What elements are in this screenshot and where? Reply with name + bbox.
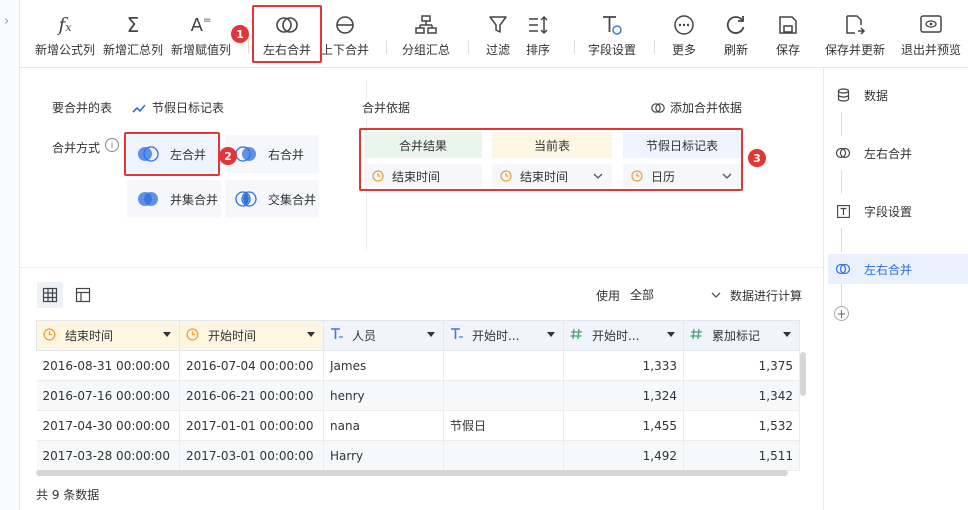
union-merge-icon [136, 189, 160, 209]
chevron-right-icon[interactable]: › [4, 14, 9, 29]
exit-and-preview-button[interactable]: 退出并预览 [896, 0, 966, 64]
filter-button[interactable]: 过滤 [478, 0, 518, 64]
clock-icon [186, 327, 208, 344]
assign-icon: A= [190, 14, 212, 36]
highlight-box-merge-basis [359, 128, 743, 191]
vertical-scrollbar[interactable] [800, 352, 806, 396]
right-merge-option[interactable]: 右合并 [225, 135, 319, 173]
step-connector [841, 228, 842, 252]
table-row[interactable]: 2017-04-30 00:00:00 2017-01-01 00:00:00 na… [36, 410, 800, 441]
number-type-icon [570, 328, 592, 343]
target-table-selector[interactable]: 节假日标记表 [132, 99, 224, 116]
up-down-merge-icon [334, 12, 356, 38]
add-basis-icon [651, 102, 665, 113]
layout-view-button[interactable] [70, 282, 96, 308]
merge-basis-label: 合并依据 [362, 101, 411, 115]
left-right-merge-icon [834, 147, 852, 159]
caret-down-icon[interactable] [427, 332, 435, 338]
save-icon [778, 12, 798, 38]
table-row[interactable]: 2016-08-31 00:00:00 2016-07-04 00:00:00 Ja… [36, 350, 800, 381]
step-left-right-merge-active[interactable]: 左右合并 [828, 254, 968, 284]
column-header[interactable]: 人员 [323, 320, 444, 351]
highlight-box-merge-button [252, 5, 322, 63]
filter-icon [488, 12, 508, 38]
caret-down-icon[interactable] [667, 332, 675, 338]
more-icon [673, 12, 695, 38]
step-panel: 数据 左右合并 字段设置 左右合并 + [823, 68, 968, 510]
data-table: 结束时间 开始时间 人员 开始时... 开始时... 累加标记 2016-08-… [36, 320, 800, 471]
save-update-icon [844, 12, 866, 38]
layout-icon [75, 287, 91, 303]
table-row[interactable]: 2016-07-16 00:00:00 2016-06-21 00:00:00 he… [36, 380, 800, 411]
text-type-icon [450, 328, 472, 343]
up-down-merge-button[interactable]: 上下合并 [316, 0, 374, 64]
caret-down-icon[interactable] [783, 332, 791, 338]
caret-down-icon[interactable] [307, 332, 315, 338]
field-settings-button[interactable]: 字段设置 [582, 0, 642, 64]
step-connector [841, 284, 842, 306]
add-merge-basis-button[interactable]: 添加合并依据 [651, 99, 742, 116]
trend-icon [132, 103, 146, 113]
use-scope-select[interactable]: 全部 [630, 284, 722, 306]
merge-mode-label: 合并方式 [52, 141, 101, 155]
intersection-merge-icon [234, 189, 258, 209]
row-count: 共 9 条数据 [36, 488, 100, 502]
add-step-plus-icon[interactable]: + [834, 306, 849, 321]
column-header[interactable]: 累加标记 [683, 320, 800, 351]
grid-view-button[interactable] [37, 282, 63, 308]
step-field-settings[interactable]: 字段设置 [834, 196, 968, 226]
right-merge-icon [234, 144, 258, 164]
add-assign-column-button[interactable]: A= 新增赋值列 [170, 0, 232, 64]
save-button[interactable]: 保存 [768, 0, 808, 64]
step-connector [841, 112, 842, 136]
toolbar: fx 新增公式列 Σ 新增汇总列 A= 新增赋值列 左右合并 上下合并 分组汇总… [20, 0, 968, 68]
number-type-icon [690, 328, 712, 343]
step-badge-1: 1 [231, 25, 249, 43]
table-header-row: 结束时间 开始时间 人员 开始时... 开始时... 累加标记 [36, 320, 800, 351]
sort-button[interactable]: 排序 [518, 0, 558, 64]
info-icon[interactable]: i [105, 138, 119, 152]
database-icon [834, 88, 852, 102]
table-row[interactable]: 2017-03-28 00:00:00 2017-03-01 00:00:00 Ha… [36, 440, 800, 471]
field-settings-icon [601, 12, 623, 38]
intersection-merge-option[interactable]: 交集合并 [225, 180, 319, 218]
refresh-icon [725, 12, 747, 38]
sigma-icon: Σ [126, 13, 140, 37]
step-badge-2: 2 [219, 147, 237, 165]
refresh-button[interactable]: 刷新 [716, 0, 756, 64]
more-button[interactable]: 更多 [664, 0, 704, 64]
exit-preview-icon [919, 12, 943, 38]
column-header[interactable]: 开始时... [443, 320, 564, 351]
highlight-box-left-merge [124, 132, 220, 176]
save-and-update-button[interactable]: 保存并更新 [820, 0, 890, 64]
table-label: 要合并的表 [52, 101, 113, 115]
left-right-merge-icon [834, 263, 852, 275]
fx-icon: fx [58, 14, 72, 36]
group-summary-icon [415, 12, 437, 38]
column-header[interactable]: 开始时... [563, 320, 684, 351]
add-formula-column-button[interactable]: fx 新增公式列 [34, 0, 96, 64]
column-header[interactable]: 结束时间 [36, 320, 180, 351]
step-connector [841, 170, 842, 194]
left-collapse-bar[interactable]: › [0, 0, 20, 510]
step-left-right-merge[interactable]: 左右合并 [834, 138, 968, 168]
caret-down-icon[interactable] [163, 332, 171, 338]
sort-icon [527, 12, 549, 38]
union-merge-option[interactable]: 并集合并 [127, 180, 221, 218]
group-summary-button[interactable]: 分组汇总 [396, 0, 456, 64]
horizontal-scrollbar[interactable] [36, 470, 788, 476]
add-summary-column-button[interactable]: Σ 新增汇总列 [102, 0, 164, 64]
grid-icon [42, 287, 58, 303]
chevron-down-icon [711, 292, 721, 298]
step-badge-3: 3 [748, 149, 766, 167]
field-settings-icon [834, 204, 852, 218]
column-header[interactable]: 开始时间 [179, 320, 324, 351]
step-data[interactable]: 数据 [834, 80, 968, 110]
caret-down-icon[interactable] [547, 332, 555, 338]
use-label: 使用 [596, 288, 621, 303]
text-type-icon [330, 328, 352, 343]
calc-label: 数据进行计算 [730, 288, 803, 303]
clock-icon [43, 327, 65, 344]
